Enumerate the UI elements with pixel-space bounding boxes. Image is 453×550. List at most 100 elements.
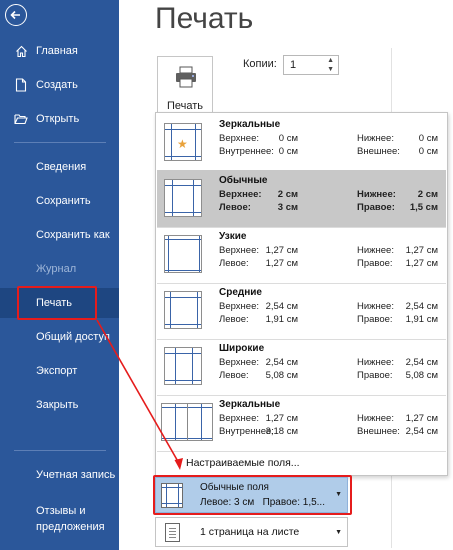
margin-value: 1,5 см xyxy=(409,202,438,213)
margin-label: Левое: xyxy=(219,314,249,325)
margin-option-title: Зеркальные xyxy=(219,119,281,130)
margin-label: Нижнее: xyxy=(357,245,394,256)
margin-label: Верхнее: xyxy=(219,245,259,256)
nav-share[interactable]: Общий доступ xyxy=(0,322,119,352)
nav-home[interactable]: Главная xyxy=(0,36,119,66)
margin-label: Нижнее: xyxy=(357,189,396,200)
margin-value: 2,54 см xyxy=(265,357,298,368)
margin-value: 0 см xyxy=(278,133,298,144)
nav-info-label: Сведения xyxy=(36,161,87,173)
margin-label: Нижнее: xyxy=(357,357,394,368)
custom-margins-link[interactable]: Настраиваемые поля... xyxy=(186,457,300,469)
nav-save[interactable]: Сохранить xyxy=(0,186,119,216)
margin-value: 5,08 см xyxy=(265,370,298,381)
margin-value: 5,08 см xyxy=(405,370,438,381)
margin-option-title: Средние xyxy=(219,287,262,298)
spin-down-icon[interactable]: ▼ xyxy=(327,66,334,73)
print-button[interactable]: Печать xyxy=(157,56,213,116)
margin-label: Верхнее: xyxy=(219,133,259,144)
star-icon: ★ xyxy=(177,137,188,151)
nav-account-label: Учетная запись xyxy=(36,469,116,481)
margin-value: 1,91 см xyxy=(405,314,438,325)
margin-label: Нижнее: xyxy=(357,301,394,312)
print-button-label: Печать xyxy=(166,100,204,112)
nav-feedback[interactable]: Отзывы и предложения xyxy=(36,503,105,535)
sidebar-divider-bottom xyxy=(14,450,106,451)
margin-thumb-icon xyxy=(164,179,202,217)
margin-value: 1,91 см xyxy=(265,314,298,325)
back-arrow-icon[interactable] xyxy=(5,4,27,26)
margin-label: Нижнее: xyxy=(357,413,394,424)
nav-save-as[interactable]: Сохранить как xyxy=(0,220,119,250)
nav-export-label: Экспорт xyxy=(36,365,78,377)
nav-open[interactable]: Открыть xyxy=(0,104,119,134)
nav-close[interactable]: Закрыть xyxy=(0,390,119,420)
margin-option[interactable]: Обычные Верхнее: 2 см Нижнее: 2 см Левое: 3 см… xyxy=(157,170,446,227)
copies-spinner[interactable]: 1 ▲ ▼ xyxy=(283,55,339,75)
margin-thumb-icon xyxy=(164,347,202,385)
margin-option-title: Узкие xyxy=(219,231,247,242)
nav-save-label: Сохранить xyxy=(36,195,91,207)
margin-label: Левое: xyxy=(219,258,249,269)
nav-history-label: Журнал xyxy=(36,263,77,275)
sidebar-divider xyxy=(14,142,106,143)
margin-label: Верхнее: xyxy=(219,301,259,312)
margin-label: Правое: xyxy=(357,258,393,269)
margin-label: Левое: xyxy=(219,202,251,213)
nav-history: Журнал xyxy=(0,254,119,284)
margin-label: Внешнее: xyxy=(357,146,400,157)
margin-label: Правое: xyxy=(357,314,393,325)
nav-new[interactable]: Создать xyxy=(0,70,119,100)
margin-value: 3,18 см xyxy=(265,426,298,437)
copies-value: 1 xyxy=(290,59,297,71)
margin-value: 2,54 см xyxy=(405,301,438,312)
print-highlight-frame xyxy=(17,286,97,320)
pages-per-sheet-combo[interactable]: 1 страница на листе ▼ xyxy=(155,517,348,547)
margin-option-title: Широкие xyxy=(219,343,265,354)
nav-home-label: Главная xyxy=(36,45,78,57)
margin-value: 2,54 см xyxy=(405,426,438,437)
margin-label: Внешнее: xyxy=(357,426,400,437)
margin-label: Внутреннее: xyxy=(219,146,274,157)
nav-share-label: Общий доступ xyxy=(36,331,110,343)
page-title: Печать xyxy=(155,2,254,35)
margin-label: Правое: xyxy=(357,202,395,213)
margin-value: 1,27 см xyxy=(405,413,438,424)
open-folder-icon xyxy=(14,112,28,126)
nav-info[interactable]: Сведения xyxy=(0,152,119,182)
home-icon xyxy=(14,44,28,58)
margin-option[interactable]: ★ Зеркальные Верхнее: 0 см Нижнее: 0 см Внутре… xyxy=(157,114,446,171)
margin-value: 1,27 см xyxy=(405,258,438,269)
copies-label: Копии: xyxy=(243,58,277,70)
margin-label: Левое: xyxy=(219,370,249,381)
margin-value: 1,27 см xyxy=(265,258,298,269)
margin-value: 2 см xyxy=(277,189,298,200)
margin-option[interactable]: Широкие Верхнее: 2,54 см Нижнее: 2,54 см Лево… xyxy=(157,338,446,395)
pages-per-sheet-label: 1 страница на листе xyxy=(200,526,300,538)
margin-thumb-icon xyxy=(164,291,202,329)
nav-export[interactable]: Экспорт xyxy=(0,356,119,386)
margin-option[interactable]: Узкие Верхнее: 1,27 см Нижнее: 1,27 см Левое:… xyxy=(157,226,446,283)
margin-option[interactable]: Зеркальные Верхнее: 1,27 см Нижнее: 1,27 см В… xyxy=(157,394,446,451)
margin-value: 0 см xyxy=(418,133,438,144)
margin-label: Верхнее: xyxy=(219,189,262,200)
nav-feedback-line1: Отзывы и xyxy=(36,505,86,517)
margin-value: 2,54 см xyxy=(265,301,298,312)
margin-value: 2 см xyxy=(417,189,438,200)
margin-value: 2,54 см xyxy=(405,357,438,368)
margin-thumb-icon: ★ xyxy=(164,123,202,161)
combo-highlight-frame xyxy=(153,475,352,515)
margin-value: 0 см xyxy=(278,146,298,157)
backstage-sidebar: Главная Создать Открыть Сведения Сохрани… xyxy=(0,0,119,550)
margins-dropdown: ★ Зеркальные Верхнее: 0 см Нижнее: 0 см Внутре… xyxy=(155,112,448,476)
nav-open-label: Открыть xyxy=(36,113,80,125)
margin-option-title: Зеркальные xyxy=(219,399,281,410)
margin-label: Верхнее: xyxy=(219,357,259,368)
margin-thumb-icon xyxy=(161,403,213,441)
page-icon xyxy=(165,523,180,542)
margin-value: 1,27 см xyxy=(265,245,298,256)
spin-up-icon[interactable]: ▲ xyxy=(327,57,334,64)
nav-account[interactable]: Учетная запись xyxy=(0,460,119,490)
margin-value: 1,27 см xyxy=(405,245,438,256)
margin-option[interactable]: Средние Верхнее: 2,54 см Нижнее: 2,54 см Лево… xyxy=(157,282,446,339)
